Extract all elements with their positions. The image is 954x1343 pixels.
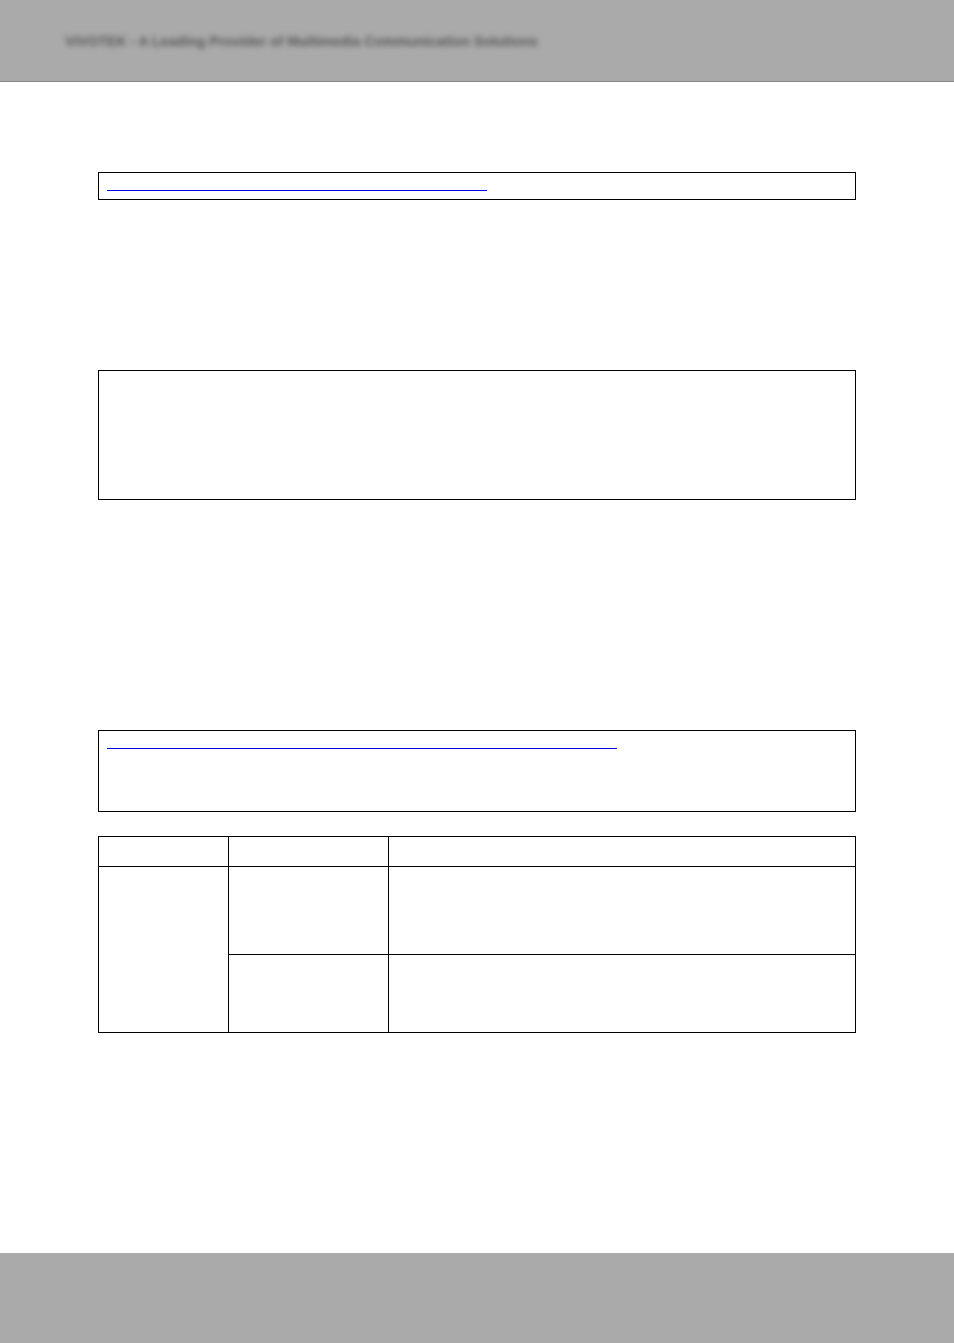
link-box-3 (98, 730, 856, 812)
table-cell-r2c3 (389, 955, 856, 1033)
table-header-2 (229, 837, 389, 867)
table-cell-r1c1 (99, 867, 229, 1033)
header-bar: VIVOTEK - A Leading Provider of Multimed… (0, 0, 954, 82)
spec-table (98, 836, 856, 1033)
table-header-1 (99, 837, 229, 867)
table-header-row (99, 837, 856, 867)
table-cell-r1c3 (389, 867, 856, 955)
link-box-1 (98, 172, 856, 200)
content-box-2 (98, 370, 856, 500)
footer-bar (0, 1253, 954, 1343)
table-cell-r2c2 (229, 955, 389, 1033)
table-row (99, 867, 856, 955)
link-placeholder-2[interactable] (107, 737, 617, 749)
page-title: VIVOTEK - A Leading Provider of Multimed… (65, 33, 538, 49)
table-header-3 (389, 837, 856, 867)
table-cell-r1c2 (229, 867, 389, 955)
link-placeholder-1[interactable] (107, 179, 487, 191)
